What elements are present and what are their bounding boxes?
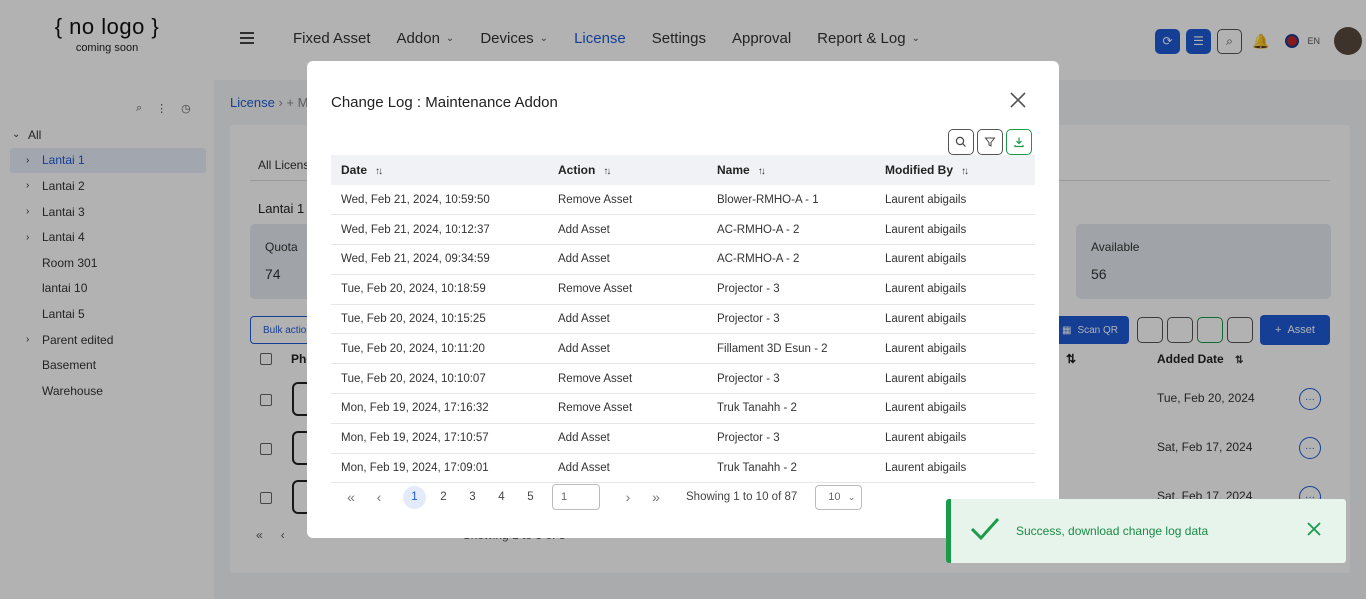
cell-modified-by: Laurent abigails (875, 274, 1035, 305)
cell-action: Add Asset (548, 244, 707, 275)
cell-name: Blower-RMHO-A - 1 (707, 185, 875, 216)
cell-date: Wed, Feb 21, 2024, 10:59:50 (331, 185, 548, 216)
cell-modified-by: Laurent abigails (875, 453, 1035, 484)
table-row: Tue, Feb 20, 2024, 10:11:20 Add Asset Fill… (331, 333, 1035, 365)
cell-modified-by: Laurent abigails (875, 214, 1035, 246)
change-log-table: Date ↑↓ Action ↑↓ Name ↑↓ Modified By ↑↓ Wed… (331, 155, 1035, 484)
cell-action: Remove Asset (548, 274, 707, 305)
cell-name: Truk Tanahh - 2 (707, 393, 875, 424)
pagination-info: Showing 1 to 10 of 87 (686, 491, 798, 503)
success-toast: Success, download change log data (946, 499, 1346, 563)
cell-action: Add Asset (548, 423, 707, 454)
page-size-value: 10 (828, 491, 841, 503)
cell-name: Projector - 3 (707, 363, 875, 395)
cell-modified-by: Laurent abigails (875, 423, 1035, 454)
cell-date: Mon, Feb 19, 2024, 17:16:32 (331, 393, 548, 424)
sort-icon: ↑↓ (757, 166, 766, 177)
cell-name: Projector - 3 (707, 304, 875, 335)
cell-name: Projector - 3 (707, 274, 875, 305)
page-size-select[interactable]: 10 ⌄ (815, 484, 863, 510)
cell-date: Tue, Feb 20, 2024, 10:11:20 (331, 333, 548, 365)
column-label: Modified By (885, 163, 953, 177)
column-label: Name (717, 163, 750, 177)
sort-icon: ↑↓ (961, 166, 969, 177)
modal-title: Change Log : Maintenance Addon (331, 94, 558, 111)
cell-action: Add Asset (548, 304, 707, 335)
page-button[interactable]: 2 (432, 486, 455, 509)
page-button[interactable]: 3 (461, 486, 484, 509)
cell-action: Add Asset (548, 214, 707, 246)
search-icon[interactable] (948, 129, 974, 155)
next-page-icon[interactable]: › (614, 489, 642, 505)
modal-tools (948, 129, 1032, 155)
cell-date: Tue, Feb 20, 2024, 10:10:07 (331, 363, 548, 395)
table-row: Tue, Feb 20, 2024, 10:10:07 Remove Asset P… (331, 363, 1035, 395)
cell-date: Wed, Feb 21, 2024, 10:12:37 (331, 214, 548, 246)
cell-name: Truk Tanahh - 2 (707, 453, 875, 484)
cell-name: AC-RMHO-A - 2 (707, 214, 875, 246)
cell-action: Remove Asset (548, 185, 707, 216)
page-numbers: 12345 (403, 485, 548, 509)
prev-page-icon[interactable]: ‹ (365, 489, 393, 505)
chevron-down-icon: ⌄ (847, 491, 856, 502)
cell-date: Mon, Feb 19, 2024, 17:10:57 (331, 423, 548, 454)
last-page-icon[interactable]: » (642, 489, 670, 505)
cell-name: AC-RMHO-A - 2 (707, 244, 875, 275)
toast-message: Success, download change log data (1016, 524, 1209, 538)
cell-modified-by: Laurent abigails (875, 363, 1035, 395)
cell-action: Remove Asset (548, 393, 707, 424)
page-button[interactable]: 1 (403, 485, 426, 509)
page-button[interactable]: 5 (519, 486, 542, 509)
page-input[interactable]: 1 (552, 484, 600, 510)
table-header-row: Date ↑↓ Action ↑↓ Name ↑↓ Modified By ↑↓ (331, 155, 1035, 185)
table-row: Wed, Feb 21, 2024, 10:12:37 Add Asset AC-R… (331, 214, 1035, 246)
cell-date: Tue, Feb 20, 2024, 10:18:59 (331, 274, 548, 305)
table-row: Mon, Feb 19, 2024, 17:10:57 Add Asset Proj… (331, 423, 1035, 454)
cell-modified-by: Laurent abigails (875, 244, 1035, 275)
filter-icon[interactable] (977, 129, 1003, 155)
close-icon[interactable] (1307, 522, 1321, 536)
column-header-modified-by[interactable]: Modified By ↑↓ (875, 155, 1035, 185)
cell-modified-by: Laurent abigails (875, 304, 1035, 335)
cell-action: Remove Asset (548, 363, 707, 395)
pagination: « ‹ 12345 1 › » Showing 1 to 10 of 87 10… (337, 484, 863, 510)
cell-date: Tue, Feb 20, 2024, 10:15:25 (331, 304, 548, 335)
check-icon (970, 517, 1000, 541)
table-row: Mon, Feb 19, 2024, 17:09:01 Add Asset Truk… (331, 453, 1035, 484)
cell-modified-by: Laurent abigails (875, 185, 1035, 216)
cell-date: Mon, Feb 19, 2024, 17:09:01 (331, 453, 548, 484)
table-row: Tue, Feb 20, 2024, 10:18:59 Remove Asset P… (331, 274, 1035, 305)
download-icon[interactable] (1006, 129, 1032, 155)
cell-action: Add Asset (548, 453, 707, 484)
cell-name: Projector - 3 (707, 423, 875, 454)
page-button[interactable]: 4 (490, 486, 513, 509)
column-header-action[interactable]: Action ↑↓ (548, 155, 707, 185)
first-page-icon[interactable]: « (337, 489, 365, 505)
cell-modified-by: Laurent abigails (875, 393, 1035, 424)
column-header-date[interactable]: Date ↑↓ (331, 155, 548, 185)
column-label: Action (558, 163, 596, 177)
column-header-name[interactable]: Name ↑↓ (707, 155, 875, 185)
sort-icon: ↑↓ (603, 166, 611, 177)
cell-date: Wed, Feb 21, 2024, 09:34:59 (331, 244, 548, 275)
table-row: Wed, Feb 21, 2024, 10:59:50 Remove Asset B… (331, 185, 1035, 216)
table-row: Mon, Feb 19, 2024, 17:16:32 Remove Asset T… (331, 393, 1035, 424)
cell-modified-by: Laurent abigails (875, 333, 1035, 365)
sort-icon: ↑↓ (375, 166, 383, 177)
column-label: Date (341, 163, 368, 177)
change-log-modal: Change Log : Maintenance Addon Date ↑↓ Ac… (307, 61, 1059, 538)
table-row: Tue, Feb 20, 2024, 10:15:25 Add Asset Proj… (331, 304, 1035, 335)
close-icon[interactable] (1009, 91, 1027, 109)
table-row: Wed, Feb 21, 2024, 09:34:59 Add Asset AC-R… (331, 244, 1035, 275)
cell-action: Add Asset (548, 333, 707, 365)
cell-name: Fillament 3D Esun - 2 (707, 333, 875, 365)
